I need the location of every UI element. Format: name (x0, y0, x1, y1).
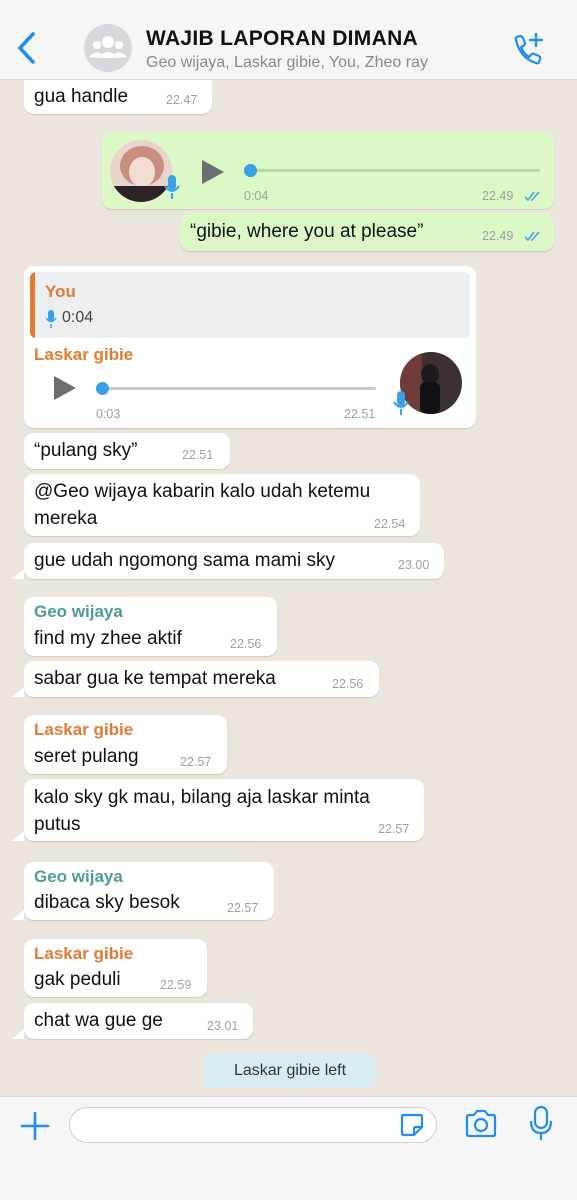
message-time: 22.57 (378, 822, 410, 836)
read-receipt-icon (524, 191, 540, 202)
playback-track[interactable] (100, 387, 376, 390)
message-time: 22.51 (182, 448, 214, 462)
plus-icon (20, 1111, 50, 1141)
playback-handle[interactable] (96, 382, 109, 395)
message-input[interactable] (69, 1107, 437, 1143)
play-icon (202, 160, 224, 184)
sender-name: Laskar gibie (34, 944, 134, 963)
message-text: sabar gua ke tempat mereka (34, 668, 276, 689)
message-bubble[interactable]: Laskar gibie seret pulang 22.57 (24, 715, 227, 774)
message-text: gua handle (34, 86, 129, 107)
group-avatar[interactable] (84, 24, 132, 72)
message-text: gue udah ngomong sama mami sky (34, 550, 335, 571)
message-time: 22.49 (482, 189, 514, 203)
message-bubble[interactable]: “gibie, where you at please” 22.49 (180, 213, 554, 251)
quoted-reply[interactable]: You 0:04 (30, 272, 470, 338)
message-bubble[interactable]: “pulang sky” 22.51 (24, 433, 230, 469)
bubble-tail (12, 831, 24, 841)
reply-accent-bar (30, 272, 35, 338)
message-list[interactable]: gua handle 22.47 0:04 22.49 “gibie, wher… (0, 80, 577, 1096)
message-bubble[interactable]: Geo wijaya dibaca sky besok 22.57 (24, 862, 274, 920)
message-time: 23.01 (207, 1019, 239, 1033)
message-bubble[interactable]: gue udah ngomong sama mami sky 23.00 (24, 543, 444, 579)
message-text: “gibie, where you at please” (190, 221, 424, 242)
sender-name: Laskar gibie (34, 720, 134, 739)
message-text-line: putus (34, 814, 81, 835)
chat-header: WAJIB LAPORAN DIMANA Geo wijaya, Laskar … (0, 0, 577, 80)
camera-button[interactable] (464, 1109, 498, 1139)
playback-track[interactable] (250, 169, 540, 172)
message-time: 22.56 (332, 677, 364, 691)
message-text: seret pulang (34, 746, 139, 767)
play-button[interactable] (52, 374, 78, 402)
play-icon (54, 376, 76, 400)
chat-title[interactable]: WAJIB LAPORAN DIMANA (146, 27, 418, 51)
microphone-icon (529, 1105, 553, 1141)
message-time: 22.47 (166, 93, 198, 107)
voice-duration: 0:04 (244, 189, 269, 203)
bubble-tail (12, 1029, 24, 1039)
message-time: 22.57 (180, 755, 212, 769)
message-bubble[interactable]: chat wa gue ge 23.01 (24, 1003, 253, 1039)
message-time: 22.59 (160, 978, 192, 992)
message-time: 22.54 (374, 517, 406, 531)
bubble-tail (12, 569, 24, 579)
voice-message-bubble[interactable]: You 0:04 Laskar gibie 0:03 22.51 (24, 266, 476, 428)
profile-photo (400, 352, 462, 414)
message-text: chat wa gue ge (34, 1010, 163, 1031)
message-time: 22.57 (227, 901, 259, 915)
message-text: find my zhee aktif (34, 628, 182, 649)
message-bubble[interactable]: sabar gua ke tempat mereka 22.56 (24, 661, 379, 697)
sender-name: Geo wijaya (34, 867, 123, 886)
message-time: 22.51 (344, 407, 376, 421)
message-time: 23.00 (398, 558, 430, 572)
message-text: gak peduli (34, 969, 121, 990)
message-time: 22.56 (230, 637, 262, 651)
message-bubble[interactable]: Laskar gibie gak peduli 22.59 (24, 939, 207, 997)
phone-plus-icon (514, 32, 544, 65)
read-receipt-icon (524, 231, 540, 242)
message-bubble[interactable]: @Geo wijaya kabarin kalo udah ketemu mer… (24, 474, 420, 536)
message-time: 22.49 (482, 229, 514, 243)
message-bubble[interactable]: kalo sky gk mau, bilang aja laskar minta… (24, 779, 424, 841)
message-text-line: kalo sky gk mau, bilang aja laskar minta (34, 787, 370, 808)
add-call-button[interactable] (508, 30, 548, 70)
mic-icon (45, 310, 57, 328)
message-bubble[interactable]: gua handle 22.47 (24, 80, 212, 114)
voice-record-button[interactable] (528, 1105, 554, 1141)
sticker-button[interactable] (400, 1113, 424, 1137)
system-message: Laskar gibie left (204, 1054, 376, 1088)
message-text: dibaca sky besok (34, 892, 180, 913)
chat-members[interactable]: Geo wijaya, Laskar gibie, You, Zheo ray (146, 54, 428, 72)
composer-bar (0, 1096, 577, 1200)
voice-message-bubble[interactable]: 0:04 22.49 (102, 132, 554, 209)
message-text: “pulang sky” (34, 440, 138, 461)
mic-icon (164, 175, 180, 199)
reply-author: You (45, 282, 76, 301)
voice-duration: 0:03 (96, 407, 121, 421)
playback-handle[interactable] (244, 164, 257, 177)
sender-avatar (110, 140, 172, 202)
attach-button[interactable] (18, 1109, 52, 1143)
reply-duration: 0:04 (62, 309, 94, 326)
bubble-tail (12, 910, 24, 920)
chevron-left-icon (18, 32, 35, 64)
play-button[interactable] (200, 158, 226, 186)
back-button[interactable] (12, 28, 42, 68)
mic-icon (393, 391, 409, 415)
bubble-tail (12, 687, 24, 697)
sticker-icon (400, 1113, 424, 1137)
sender-name: Geo wijaya (34, 602, 123, 621)
sender-name: Laskar gibie (34, 345, 134, 364)
group-people-icon (89, 36, 127, 58)
camera-icon (465, 1109, 497, 1138)
profile-photo (110, 140, 172, 202)
message-text-line: @Geo wijaya kabarin kalo udah ketemu (34, 481, 371, 502)
message-bubble[interactable]: Geo wijaya find my zhee aktif 22.56 (24, 597, 277, 656)
sender-avatar (400, 352, 462, 414)
message-text-line: mereka (34, 508, 98, 529)
